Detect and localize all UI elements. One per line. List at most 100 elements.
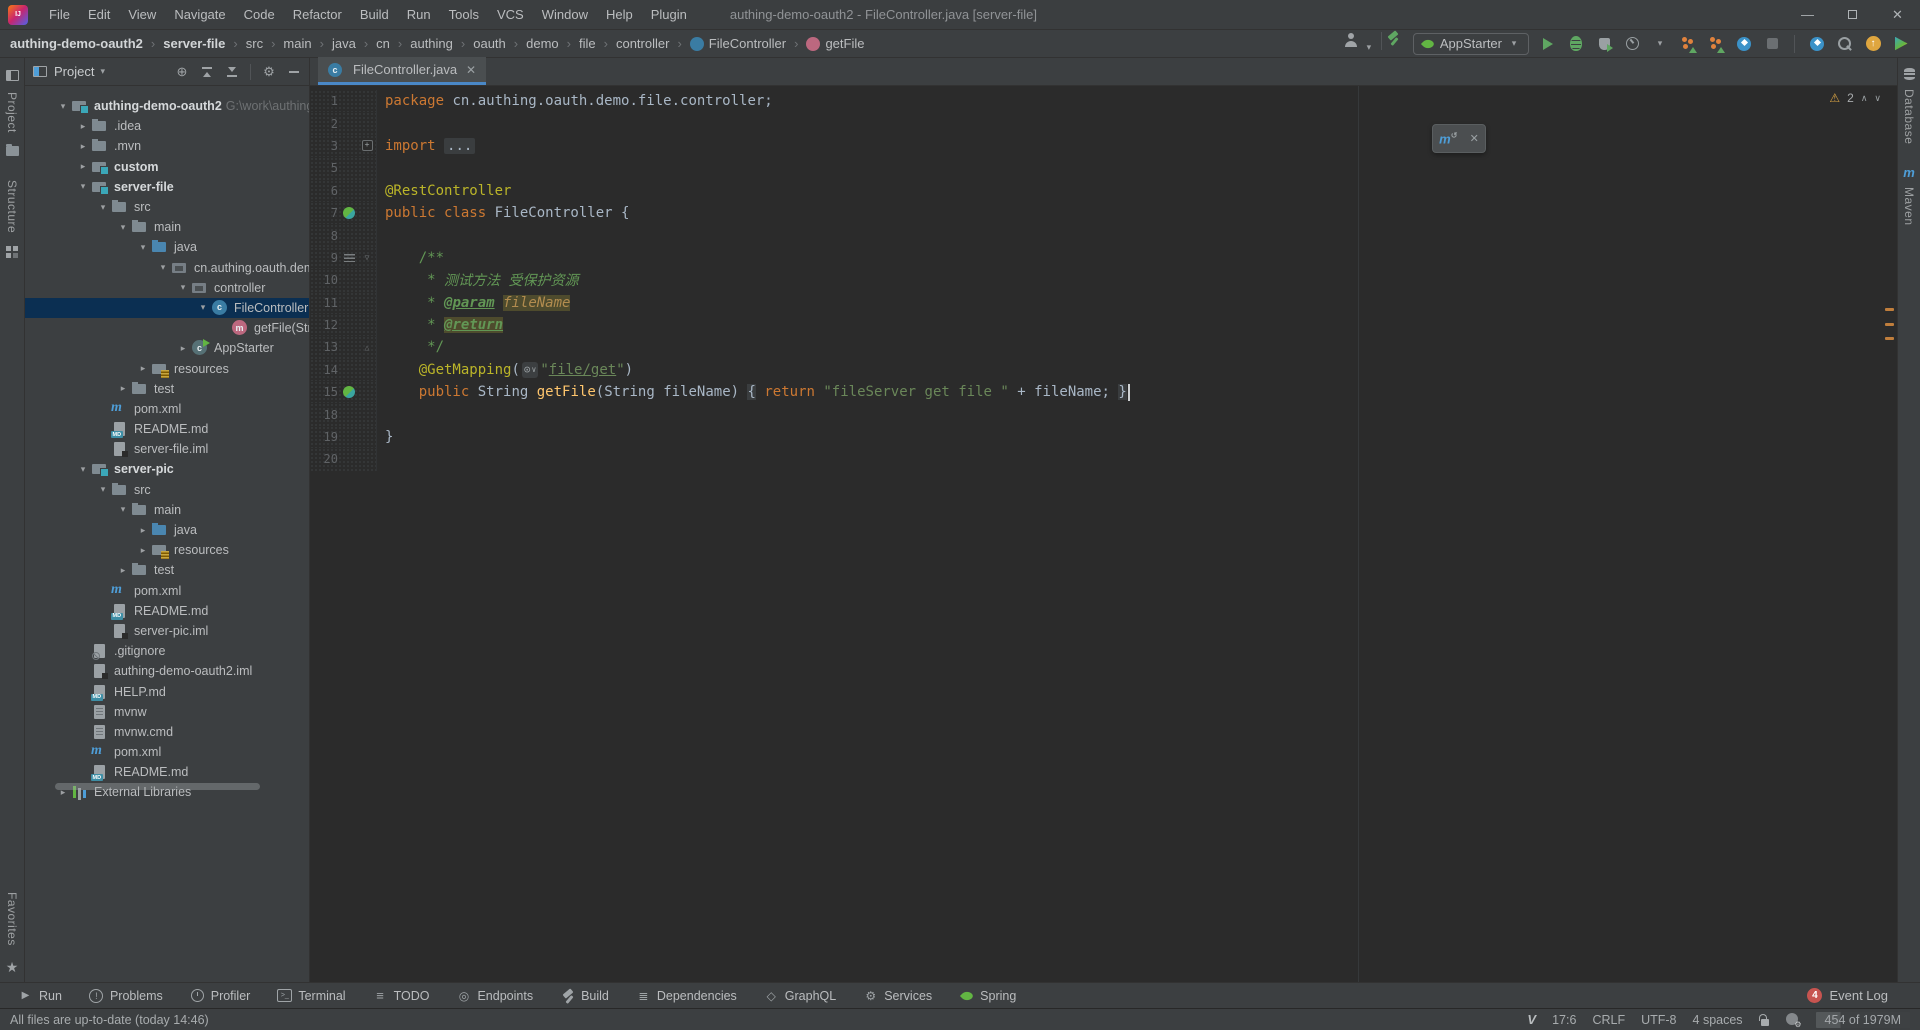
gutter-icon[interactable] [338,407,360,423]
tree-row[interactable]: README.md [25,601,309,621]
close-icon[interactable]: ✕ [1470,132,1479,145]
breadcrumb-item[interactable]: demo [506,36,559,51]
gutter-icon[interactable] [338,93,360,109]
tool-window-button-project[interactable]: Project [5,92,19,133]
breadcrumb-item[interactable]: file [559,36,596,51]
tree-row[interactable]: test [25,379,309,399]
fold-marker-icon[interactable] [360,140,374,151]
tree-chevron-icon[interactable] [95,484,111,495]
tree-row[interactable]: .mvn [25,136,309,156]
expand-all-icon[interactable] [225,65,239,79]
tree-chevron-icon[interactable] [195,302,211,313]
tree-chevron-icon[interactable] [135,363,151,374]
breadcrumb-item[interactable]: authing-demo-oauth2 [10,36,143,51]
tool-window-button[interactable]: Endpoints [456,988,533,1003]
line-separator[interactable]: CRLF [1592,1013,1625,1027]
tool-window-button[interactable]: Run [18,988,62,1003]
tree-row[interactable]: server-file.iml [25,439,309,459]
plugin-orange-icon-2[interactable] [1707,34,1725,54]
menu-item[interactable]: Tools [440,0,488,29]
code-line[interactable]: 5 [310,157,1897,179]
tree-chevron-icon[interactable] [135,545,151,556]
code-line[interactable]: 7 public class FileController { [310,202,1897,224]
close-button[interactable]: ✕ [1875,0,1920,29]
hide-panel-icon[interactable] [287,65,301,79]
breadcrumb-item[interactable]: oauth [453,36,506,51]
code-line[interactable]: 1 package cn.authing.oauth.demo.file.con… [310,90,1897,112]
breadcrumb-item[interactable]: main [263,36,312,51]
indent-setting[interactable]: 4 spaces [1693,1013,1743,1027]
tree-row[interactable]: authing-demo-oauth2.iml [25,661,309,681]
breadcrumb-item[interactable]: server-file [143,36,226,51]
user-icon[interactable] [1342,30,1360,50]
tree-chevron-icon[interactable] [115,504,131,515]
tool-window-button[interactable]: Problems [89,988,163,1003]
tree-row[interactable]: resources [25,540,309,560]
tool-window-button[interactable]: Profiler [190,988,251,1003]
tree-chevron-icon[interactable] [115,565,131,576]
tree-chevron-icon[interactable] [55,101,71,112]
gutter-icon[interactable] [338,362,360,378]
close-icon[interactable]: ✕ [466,63,476,77]
menu-item[interactable]: Run [398,0,440,29]
tool-window-button[interactable]: TODO [373,988,430,1003]
tree-chevron-icon[interactable] [115,383,131,394]
tree-row[interactable]: README.md [25,419,309,439]
menu-item[interactable]: Plugin [642,0,696,29]
tree-row[interactable]: .gitignore [25,641,309,661]
tree-row[interactable]: AppStarter [25,338,309,358]
plugin-orange-icon[interactable] [1679,34,1697,54]
tree-row[interactable]: mvnw [25,702,309,722]
gutter-icon[interactable] [338,116,360,132]
tree-chevron-icon[interactable] [75,181,91,192]
tree-row[interactable]: controller [25,278,309,298]
tool-window-button[interactable]: Terminal [277,988,345,1003]
gutter-icon[interactable] [338,272,360,288]
code-line[interactable]: 15 public String getFile(String fileName… [310,381,1897,403]
upload-icon[interactable] [1864,34,1882,54]
menu-item[interactable]: File [40,0,79,29]
tool-window-button[interactable]: Dependencies [636,988,737,1003]
menu-item[interactable]: Refactor [284,0,351,29]
tree-chevron-icon[interactable] [175,343,191,354]
code-editor[interactable]: 1 package cn.authing.oauth.demo.file.con… [310,86,1897,982]
tree-row[interactable]: HELP.md [25,681,309,701]
caret-position[interactable]: 17:6 [1552,1013,1576,1027]
code-line[interactable]: 14 @GetMapping("file/get") [310,359,1897,381]
tree-row[interactable]: resources [25,358,309,378]
tool-window-button[interactable]: Spring [959,988,1016,1003]
tool-window-button-database[interactable]: Database [1902,89,1916,144]
tree-row[interactable]: main [25,217,309,237]
gutter-icon[interactable] [338,429,360,445]
tree-chevron-icon[interactable] [135,525,151,536]
code-line[interactable]: 8 [310,224,1897,246]
tree-chevron-icon[interactable] [155,262,171,273]
tree-row[interactable]: test [25,560,309,580]
run-icon[interactable] [1539,34,1557,54]
tree-chevron-icon[interactable] [175,282,191,293]
menu-item[interactable]: Edit [79,0,119,29]
compass-icon-2[interactable] [1808,34,1826,54]
code-line[interactable]: 6 @RestController [310,180,1897,202]
ideavim-icon[interactable]: V [1527,1012,1536,1027]
build-hammer-icon[interactable] [1385,30,1403,50]
tree-row[interactable]: custom [25,157,309,177]
breadcrumb-item[interactable]: FileController [669,36,786,51]
code-line[interactable]: 13 */ [310,336,1897,358]
tool-window-button-favorites[interactable]: Favorites [5,892,19,946]
code-line[interactable]: 2 [310,112,1897,134]
gutter-icon[interactable] [338,339,360,355]
memory-indicator[interactable]: 454 of 1979M [1816,1012,1910,1028]
tree-chevron-icon[interactable] [95,202,111,213]
horizontal-scrollbar[interactable] [55,783,260,790]
tree-row[interactable]: src [25,480,309,500]
chevron-down-icon[interactable]: ∨ [1874,93,1881,104]
run-configuration-combo[interactable]: AppStarter [1413,33,1529,55]
maven-reload-popup[interactable]: m ✕ [1432,124,1486,153]
breadcrumb-item[interactable]: cn [356,36,390,51]
tree-row[interactable]: server-pic [25,459,309,479]
chevron-up-icon[interactable]: ∧ [1861,93,1868,104]
tree-row[interactable]: main [25,500,309,520]
tree-row[interactable]: README.md [25,762,309,782]
gear-icon[interactable] [262,65,276,79]
